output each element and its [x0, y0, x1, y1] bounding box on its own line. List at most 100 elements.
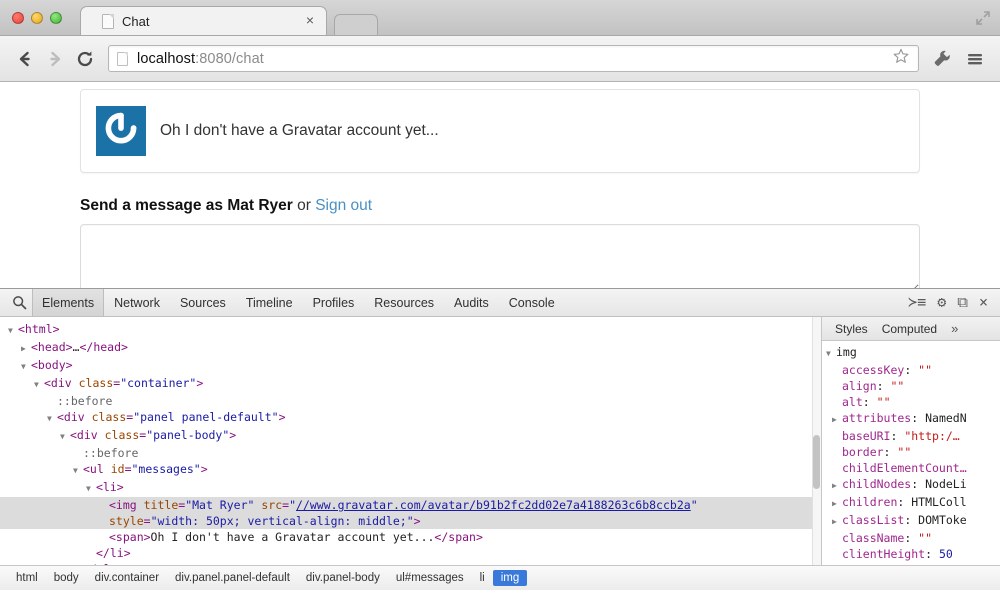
dom-txt: Oh I don't have a Gravatar account yet..… — [151, 530, 435, 544]
devtools-tab-sources[interactable]: Sources — [170, 289, 236, 316]
browser-menu-button[interactable] — [960, 44, 990, 74]
dock-position-icon[interactable]: ⧉ — [957, 295, 968, 310]
expand-icon[interactable] — [975, 10, 991, 26]
back-button[interactable] — [10, 44, 40, 74]
dom-tree-row[interactable]: ▶<head>…</head> — [0, 339, 821, 357]
dom-val: " — [691, 498, 698, 512]
devtools-sidebar: StylesComputed» ▼imgaccessKey: ""align: … — [822, 317, 1000, 565]
dom-tree-row[interactable]: ::before — [0, 393, 821, 409]
property-row[interactable]: align: "" — [822, 378, 1000, 394]
devtools-search-button[interactable] — [6, 295, 32, 310]
dom-tree-row[interactable]: ▼<div class="panel-body"> — [0, 427, 821, 445]
dom-tree-row[interactable]: ▼<div class="panel panel-default"> — [0, 409, 821, 427]
breadcrumb-item[interactable]: ul#messages — [388, 570, 472, 586]
twisty-collapsed-icon[interactable]: ▶ — [832, 412, 842, 428]
dom-link[interactable]: //www.gravatar.com/avatar/b91b2fc2dd02e7… — [296, 498, 691, 512]
new-tab-button[interactable] — [334, 14, 378, 35]
breadcrumb-item[interactable]: html — [8, 570, 46, 586]
dom-tag: <div — [44, 376, 79, 390]
dom-tag: <head> — [31, 340, 73, 354]
devtools-wrench-button[interactable] — [927, 44, 957, 74]
show-drawer-icon[interactable]: ≻≡ — [908, 295, 926, 310]
dom-tree-row[interactable]: </ul> — [0, 561, 821, 565]
devtools-tab-timeline[interactable]: Timeline — [236, 289, 303, 316]
properties-root-row[interactable]: ▼img — [822, 344, 1000, 362]
dom-tree-row[interactable]: ▼<ul id="messages"> — [0, 461, 821, 479]
sidebar-tab-computed[interactable]: Computed — [875, 322, 944, 336]
property-name: alt — [842, 395, 863, 409]
property-row[interactable]: ▶childNodes: NodeLi — [822, 476, 1000, 494]
url-path: :8080/chat — [195, 51, 264, 67]
twisty-expanded-icon[interactable]: ▼ — [60, 429, 70, 445]
twisty-expanded-icon[interactable]: ▼ — [826, 346, 836, 362]
panel-body: Oh I don't have a Gravatar account yet..… — [81, 90, 919, 172]
twisty-collapsed-icon[interactable]: ▶ — [832, 496, 842, 512]
sidebar-more-tabs-icon[interactable]: » — [944, 321, 965, 336]
zoom-window-button[interactable] — [50, 12, 62, 24]
twisty-expanded-icon[interactable]: ▼ — [47, 411, 57, 427]
property-row[interactable]: border: "" — [822, 444, 1000, 460]
message-input[interactable] — [80, 224, 920, 288]
address-bar[interactable]: localhost:8080/chat — [108, 45, 919, 72]
property-row[interactable]: ▶attributes: NamedN — [822, 410, 1000, 428]
property-row[interactable]: alt: "" — [822, 394, 1000, 410]
dom-tree-row[interactable]: style="width: 50px; vertical-align: midd… — [0, 513, 821, 529]
dom-tree-row[interactable]: ::before — [0, 445, 821, 461]
dom-tree-row[interactable]: <span>Oh I don't have a Gravatar account… — [0, 529, 821, 545]
twisty-expanded-icon[interactable]: ▼ — [73, 463, 83, 479]
property-row[interactable]: clientHeight: 50 — [822, 546, 1000, 562]
property-row[interactable]: baseURI: "http:/… — [822, 428, 1000, 444]
devtools-tab-console[interactable]: Console — [499, 289, 565, 316]
dom-tree-row[interactable]: ▼<html> — [0, 321, 821, 339]
twisty-expanded-icon[interactable]: ▼ — [8, 323, 18, 339]
forward-button[interactable] — [40, 44, 70, 74]
reload-button[interactable] — [70, 44, 100, 74]
scrollbar-thumb[interactable] — [813, 435, 820, 489]
forward-arrow-icon — [45, 49, 65, 69]
twisty-collapsed-icon[interactable]: ▶ — [832, 514, 842, 530]
twisty-collapsed-icon[interactable]: ▶ — [21, 341, 31, 357]
dom-tree-pane[interactable]: ▼<html>▶<head>…</head>▼<body>▼<div class… — [0, 317, 822, 565]
twisty-expanded-icon[interactable]: ▼ — [86, 481, 96, 497]
property-row[interactable]: childElementCount… — [822, 460, 1000, 476]
devtools-tab-audits[interactable]: Audits — [444, 289, 499, 316]
dom-tree-row[interactable]: ▼<body> — [0, 357, 821, 375]
bookmark-star-icon[interactable] — [892, 47, 910, 70]
dom-tree-row[interactable]: <img title="Mat Ryer" src="//www.gravata… — [0, 497, 821, 513]
settings-gear-icon[interactable]: ⚙ — [937, 295, 946, 310]
gravatar-avatar[interactable] — [96, 106, 146, 156]
toolbar-right-buttons — [927, 44, 990, 74]
property-row[interactable]: ▶classList: DOMToke — [822, 512, 1000, 530]
browser-tab-chat[interactable]: Chat × — [80, 6, 327, 35]
close-devtools-icon[interactable]: × — [979, 295, 988, 310]
dom-tree-row[interactable]: ▼<div class="container"> — [0, 375, 821, 393]
devtools-tab-elements[interactable]: Elements — [32, 289, 104, 316]
sidebar-tab-styles[interactable]: Styles — [828, 322, 875, 336]
dom-tree-row[interactable]: ▼<li> — [0, 479, 821, 497]
property-row[interactable]: className: "" — [822, 530, 1000, 546]
twisty-expanded-icon[interactable]: ▼ — [34, 377, 44, 393]
devtools-tab-list: ElementsNetworkSourcesTimelineProfilesRe… — [32, 289, 565, 316]
sign-out-link[interactable]: Sign out — [315, 197, 372, 214]
devtools-tab-network[interactable]: Network — [104, 289, 170, 316]
property-row[interactable]: accessKey: "" — [822, 362, 1000, 378]
breadcrumb-item[interactable]: li — [472, 570, 493, 586]
twisty-collapsed-icon[interactable]: ▶ — [832, 478, 842, 494]
breadcrumb-item[interactable]: div.panel-body — [298, 570, 388, 586]
twisty-expanded-icon[interactable]: ▼ — [21, 359, 31, 375]
wrench-icon — [932, 48, 953, 69]
breadcrumb-item[interactable]: div.panel.panel-default — [167, 570, 298, 586]
dom-tree-row[interactable]: </li> — [0, 545, 821, 561]
property-row[interactable]: ▶children: HTMLColl — [822, 494, 1000, 512]
close-tab-icon[interactable]: × — [303, 14, 317, 28]
breadcrumb-item[interactable]: body — [46, 570, 87, 586]
hamburger-menu-icon — [965, 49, 985, 69]
breadcrumb-item[interactable]: div.container — [87, 570, 167, 586]
minimize-window-button[interactable] — [31, 12, 43, 24]
devtools-tab-resources[interactable]: Resources — [364, 289, 444, 316]
devtools-tab-profiles[interactable]: Profiles — [303, 289, 365, 316]
dom-val: "Mat Ryer" — [185, 498, 254, 512]
close-window-button[interactable] — [12, 12, 24, 24]
dom-tree-scrollbar[interactable] — [812, 317, 821, 565]
breadcrumb-item[interactable]: img — [493, 570, 528, 586]
